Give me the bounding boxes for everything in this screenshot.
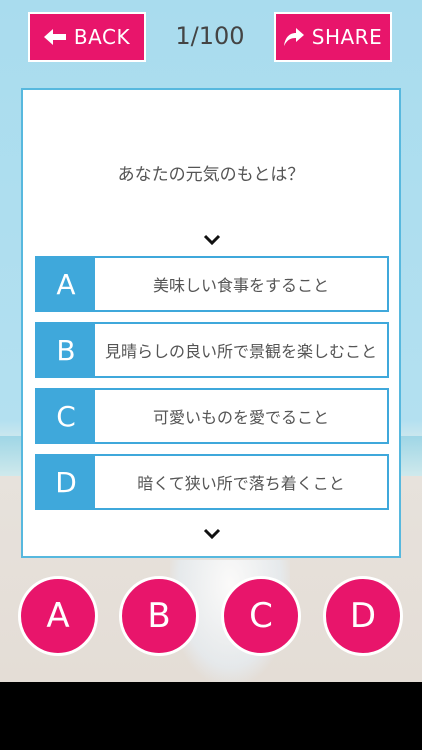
option-d-text: 暗くて狭い所で落ち着くこと [137, 474, 345, 493]
share-label: SHARE [311, 25, 383, 49]
answer-b-button[interactable]: B [119, 576, 199, 656]
option-b-text: 見晴らしの良い所で景観を楽しむこと [104, 342, 377, 361]
option-c-letter: C [37, 390, 95, 442]
option-d-letter: D [37, 456, 95, 508]
share-button[interactable]: SHARE [274, 12, 392, 62]
share-arrow-icon [283, 28, 304, 46]
screen: BACK 1/100 SHARE あなたの元気のもとは？ A 美味しい食事をする… [0, 0, 422, 682]
answer-d-button[interactable]: D [323, 576, 403, 656]
option-c-text: 可愛いものを愛でること [152, 408, 329, 427]
option-a-letter: A [37, 258, 95, 310]
back-button[interactable]: BACK [28, 12, 146, 62]
arrow-left-icon [43, 29, 66, 45]
chevron-down-icon [203, 234, 221, 246]
question-card: あなたの元気のもとは？ A 美味しい食事をすること B 見晴らしの良い所で景観を… [21, 88, 401, 558]
chevron-down-icon [203, 528, 221, 540]
question-text: あなたの元気のもとは？ [117, 165, 305, 185]
option-b[interactable]: B 見晴らしの良い所で景観を楽しむこと [35, 322, 389, 378]
option-a-text: 美味しい食事をすること [152, 276, 329, 295]
option-b-letter: B [37, 324, 95, 376]
option-d[interactable]: D 暗くて狭い所で落ち着くこと [35, 454, 389, 510]
question-counter: 1/100 [175, 22, 245, 50]
back-label: BACK [73, 25, 131, 49]
option-a[interactable]: A 美味しい食事をすること [35, 256, 389, 312]
option-c[interactable]: C 可愛いものを愛でること [35, 388, 389, 444]
answer-a-button[interactable]: A [18, 576, 98, 656]
answer-c-button[interactable]: C [221, 576, 301, 656]
